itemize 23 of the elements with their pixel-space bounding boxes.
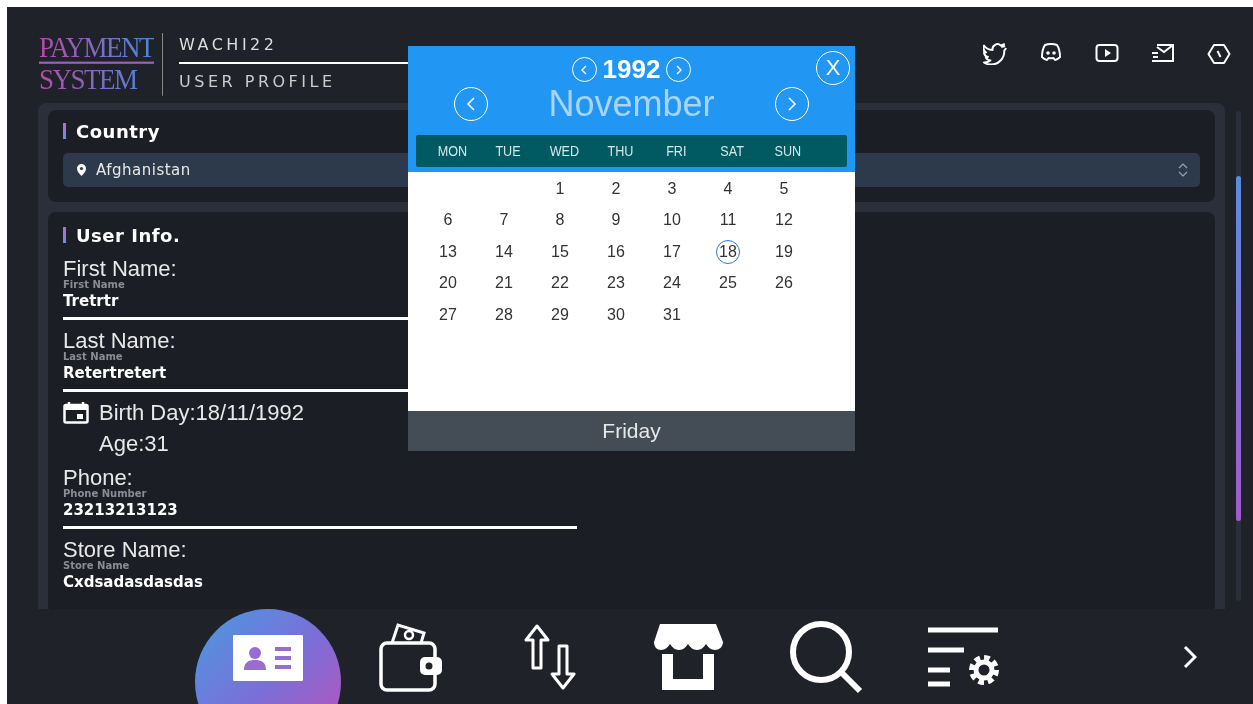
- weekday-label: TUE: [495, 143, 521, 159]
- month-text: November: [548, 83, 715, 125]
- weekday-label: FRI: [665, 143, 687, 159]
- floating-label: First Name: [63, 280, 125, 290]
- field-label: Last Name:: [63, 330, 176, 352]
- weekday-label: SAT: [720, 143, 744, 159]
- card-title: User Info.: [76, 224, 181, 246]
- field-label: Phone:: [63, 467, 133, 489]
- weekday-label: MON: [437, 143, 467, 159]
- weekday-label: WED: [549, 143, 579, 159]
- weekday-label: THU: [607, 143, 633, 159]
- field-label: Store Name:: [63, 539, 187, 561]
- field-label: First Name:: [63, 258, 177, 280]
- floating-label: Phone Number: [63, 489, 147, 499]
- birth-day-text: Birth Day:18/11/1992: [99, 400, 305, 426]
- floating-label: Store Name: [63, 561, 130, 571]
- year-text: 1992: [602, 54, 661, 85]
- card-title: Country: [76, 120, 160, 142]
- weekday-footer: Friday: [408, 411, 855, 451]
- page-title: USER PROFILE: [179, 72, 337, 91]
- weekday-label: SUN: [774, 143, 802, 159]
- age-text: Age:31: [99, 431, 169, 457]
- floating-label: Last Name: [63, 352, 123, 362]
